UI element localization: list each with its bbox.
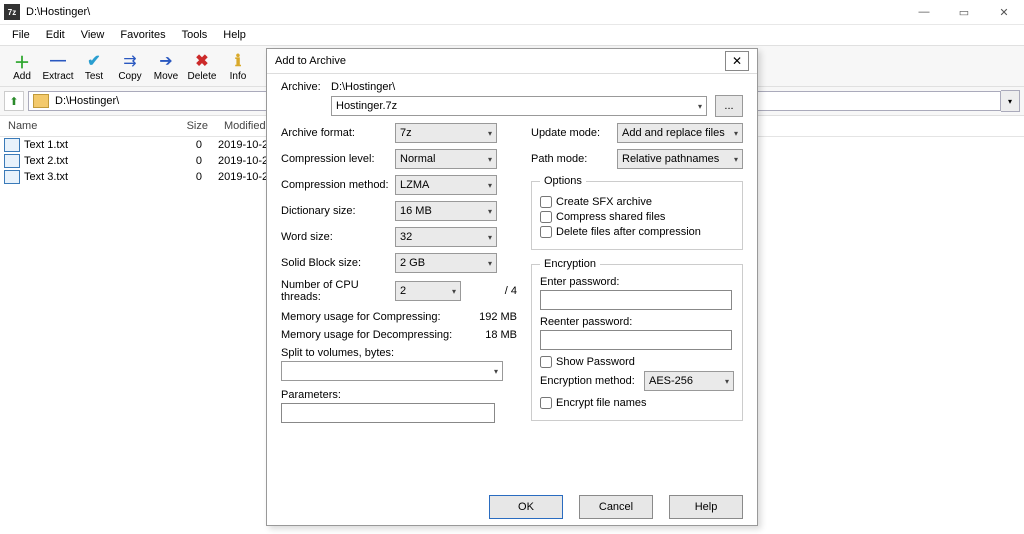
dialog-title: Add to Archive [275,55,725,67]
sfx-checkbox[interactable]: Create SFX archive [540,196,734,208]
encrypt-names-checkbox[interactable]: Encrypt file names [540,397,734,409]
help-button[interactable]: Help [669,495,743,519]
chevron-down-icon: ▾ [488,233,492,242]
encryption-legend: Encryption [540,258,600,270]
encryption-group: Encryption Enter password: Reenter passw… [531,258,743,421]
chevron-down-icon: ▾ [734,129,738,138]
word-select[interactable]: 32▾ [395,227,497,247]
chevron-down-icon: ▾ [734,155,738,164]
mem-compress-value: 192 MB [479,311,517,323]
dialog-titlebar: Add to Archive ✕ [267,49,757,74]
split-label: Split to volumes, bytes: [281,347,517,359]
browse-button[interactable]: ... [715,95,743,117]
chevron-down-icon: ▾ [698,102,702,111]
cancel-button[interactable]: Cancel [579,495,653,519]
solid-label: Solid Block size: [281,257,395,269]
word-label: Word size: [281,231,395,243]
level-select[interactable]: Normal▾ [395,149,497,169]
chevron-down-icon: ▾ [488,155,492,164]
update-select[interactable]: Add and replace files▾ [617,123,743,143]
options-legend: Options [540,175,586,187]
right-column: Update mode:Add and replace files▾ Path … [517,123,743,429]
dialog-body: Archive: D:\Hostinger\ Hostinger.7z ▾ ..… [267,73,757,489]
params-input[interactable] [281,403,495,423]
chevron-down-icon: ▾ [488,207,492,216]
chevron-down-icon: ▾ [725,377,729,386]
password2-input[interactable] [540,330,732,350]
path-label: Path mode: [531,153,617,165]
mem-decompress-label: Memory usage for Decompressing: [281,329,485,341]
options-group: Options Create SFX archive Compress shar… [531,175,743,250]
delete-after-checkbox[interactable]: Delete files after compression [540,226,734,238]
chevron-down-icon: ▾ [488,129,492,138]
chevron-down-icon: ▾ [488,181,492,190]
archive-name-input[interactable]: Hostinger.7z ▾ [331,96,707,116]
update-label: Update mode: [531,127,617,139]
format-label: Archive format: [281,127,395,139]
method-select[interactable]: LZMA▾ [395,175,497,195]
left-column: Archive format:7z▾ Compression level:Nor… [281,123,517,429]
dict-select[interactable]: 16 MB▾ [395,201,497,221]
mem-compress-label: Memory usage for Compressing: [281,311,479,323]
add-to-archive-dialog: Add to Archive ✕ Archive: D:\Hostinger\ … [266,48,758,526]
enc-method-select[interactable]: AES-256▾ [644,371,734,391]
chevron-down-icon: ▾ [488,259,492,268]
level-label: Compression level: [281,153,395,165]
main-window: 7z D:\Hostinger\ — ▭ ✕ File Edit View Fa… [0,0,1024,534]
dialog-buttons: OK Cancel Help [267,489,757,525]
path-select[interactable]: Relative pathnames▾ [617,149,743,169]
chevron-down-icon: ▾ [494,367,498,376]
threads-max: / 4 [461,285,517,297]
archive-dir: D:\Hostinger\ [331,81,743,93]
dialog-close-button[interactable]: ✕ [725,51,749,71]
params-label: Parameters: [281,389,517,401]
mem-decompress-value: 18 MB [485,329,517,341]
method-label: Compression method: [281,179,395,191]
ok-button[interactable]: OK [489,495,563,519]
password-label: Enter password: [540,276,734,288]
format-select[interactable]: 7z▾ [395,123,497,143]
show-password-checkbox[interactable]: Show Password [540,356,734,368]
chevron-down-icon: ▾ [452,287,456,296]
solid-select[interactable]: 2 GB▾ [395,253,497,273]
archive-label: Archive: [281,81,331,93]
split-input[interactable]: ▾ [281,361,503,381]
password2-label: Reenter password: [540,316,734,328]
dialog-backdrop: Add to Archive ✕ Archive: D:\Hostinger\ … [0,0,1024,534]
dict-label: Dictionary size: [281,205,395,217]
threads-select[interactable]: 2▾ [395,281,461,301]
password-input[interactable] [540,290,732,310]
threads-label: Number of CPU threads: [281,279,395,303]
enc-method-label: Encryption method: [540,375,644,387]
shared-checkbox[interactable]: Compress shared files [540,211,734,223]
